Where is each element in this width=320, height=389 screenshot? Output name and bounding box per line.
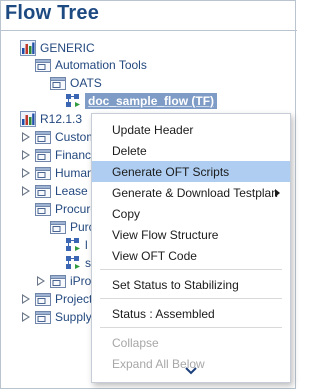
tree-node-human[interactable]: Human: [20, 164, 94, 182]
tree-node-label[interactable]: Automation Tools: [55, 58, 147, 72]
tree-node-customer[interactable]: Custom: [20, 128, 96, 146]
tree-node-label[interactable]: Human: [55, 166, 94, 180]
tree-node-procure[interactable]: Procure: [20, 200, 97, 218]
tree-node-label[interactable]: l: [85, 238, 88, 252]
menu-item-set-status-stabilizing[interactable]: Set Status to Stabilizing: [92, 274, 290, 295]
tree-node-label[interactable]: OATS: [70, 76, 102, 90]
collapsed-toggle-icon[interactable]: [20, 185, 32, 197]
sub-folder-icon: [35, 147, 51, 163]
sub-folder-icon: [35, 57, 51, 73]
menu-item-status[interactable]: Status : Assembled: [92, 303, 290, 324]
expanded-toggle-icon[interactable]: [5, 113, 17, 125]
sub-folder-icon: [50, 219, 66, 235]
menu-item-delete[interactable]: Delete: [92, 140, 290, 161]
flow-node-icon: [65, 237, 81, 253]
menu-separator: [100, 327, 282, 328]
chevron-down-icon[interactable]: [184, 366, 198, 376]
sub-folder-icon: [35, 201, 51, 217]
context-menu: Update Header Delete Generate OFT Script…: [91, 113, 291, 383]
collapsed-toggle-icon[interactable]: [20, 131, 32, 143]
sub-folder-icon: [50, 75, 66, 91]
tree-node-label[interactable]: R12.1.3: [40, 112, 82, 126]
menu-separator: [100, 298, 282, 299]
tree-node-oats[interactable]: OATS: [35, 74, 102, 92]
menu-item-generate-oft-scripts[interactable]: Generate OFT Scripts: [92, 161, 290, 182]
expanded-toggle-icon[interactable]: [35, 221, 47, 233]
tree-node-label[interactable]: Supply: [55, 310, 92, 324]
chart-library-icon: [20, 40, 36, 56]
flow-tree-panel: Flow Tree GENERIC Automation Tools OATS …: [0, 0, 297, 389]
flow-node-icon: [65, 255, 81, 271]
title-divider: [1, 30, 297, 31]
menu-item-label: Generate & Download Testplan: [112, 185, 278, 200]
collapsed-toggle-icon[interactable]: [35, 275, 47, 287]
tree-node-label[interactable]: GENERIC: [40, 41, 95, 55]
tree-node-label[interactable]: Lease: [55, 184, 88, 198]
sub-folder-icon: [35, 165, 51, 181]
collapsed-toggle-icon[interactable]: [20, 149, 32, 161]
sub-folder-icon: [50, 273, 66, 289]
sub-folder-icon: [35, 129, 51, 145]
sub-folder-icon: [35, 183, 51, 199]
tree-node-financials[interactable]: Financia: [20, 146, 100, 164]
expanded-toggle-icon[interactable]: [5, 42, 17, 54]
menu-item-generate-download-testplan[interactable]: Generate & Download Testplan: [92, 182, 290, 203]
tree-node-flow-s[interactable]: s: [65, 254, 91, 272]
tree-node-projects[interactable]: Projects: [20, 290, 98, 308]
tree-node-supply[interactable]: Supply: [20, 308, 92, 326]
tree-node-iprocurement[interactable]: iProc: [35, 272, 97, 290]
chart-library-icon: [20, 111, 36, 127]
tree-node-automation-tools[interactable]: Automation Tools: [20, 56, 147, 74]
tree-node-generic[interactable]: GENERIC: [5, 39, 95, 57]
collapsed-toggle-icon[interactable]: [20, 167, 32, 179]
expanded-toggle-icon[interactable]: [20, 203, 32, 215]
sub-folder-icon: [35, 309, 51, 325]
submenu-arrow-icon: [275, 189, 280, 197]
tree-node-lease[interactable]: Lease: [20, 182, 88, 200]
menu-item-update-header[interactable]: Update Header: [92, 119, 290, 140]
tree-node-flow-l[interactable]: l: [65, 236, 88, 254]
page-title: Flow Tree: [5, 2, 100, 24]
sub-folder-icon: [35, 291, 51, 307]
menu-item-view-oft-code[interactable]: View OFT Code: [92, 245, 290, 266]
menu-item-copy[interactable]: Copy: [92, 203, 290, 224]
tree-node-r12[interactable]: R12.1.3: [5, 110, 82, 128]
collapsed-toggle-icon[interactable]: [20, 311, 32, 323]
menu-item-view-flow-structure[interactable]: View Flow Structure: [92, 224, 290, 245]
expanded-toggle-icon[interactable]: [35, 77, 47, 89]
expanded-toggle-icon[interactable]: [20, 59, 32, 71]
menu-separator: [100, 269, 282, 270]
flow-node-icon: [65, 93, 81, 109]
collapsed-toggle-icon[interactable]: [20, 293, 32, 305]
tree-node-purchasing[interactable]: Purc: [35, 218, 95, 236]
selected-tree-node-label[interactable]: doc_sample_flow (TF): [85, 93, 218, 109]
menu-item-collapse: Collapse: [112, 335, 159, 350]
tree-node-doc-sample-flow[interactable]: doc_sample_flow (TF): [65, 92, 218, 110]
